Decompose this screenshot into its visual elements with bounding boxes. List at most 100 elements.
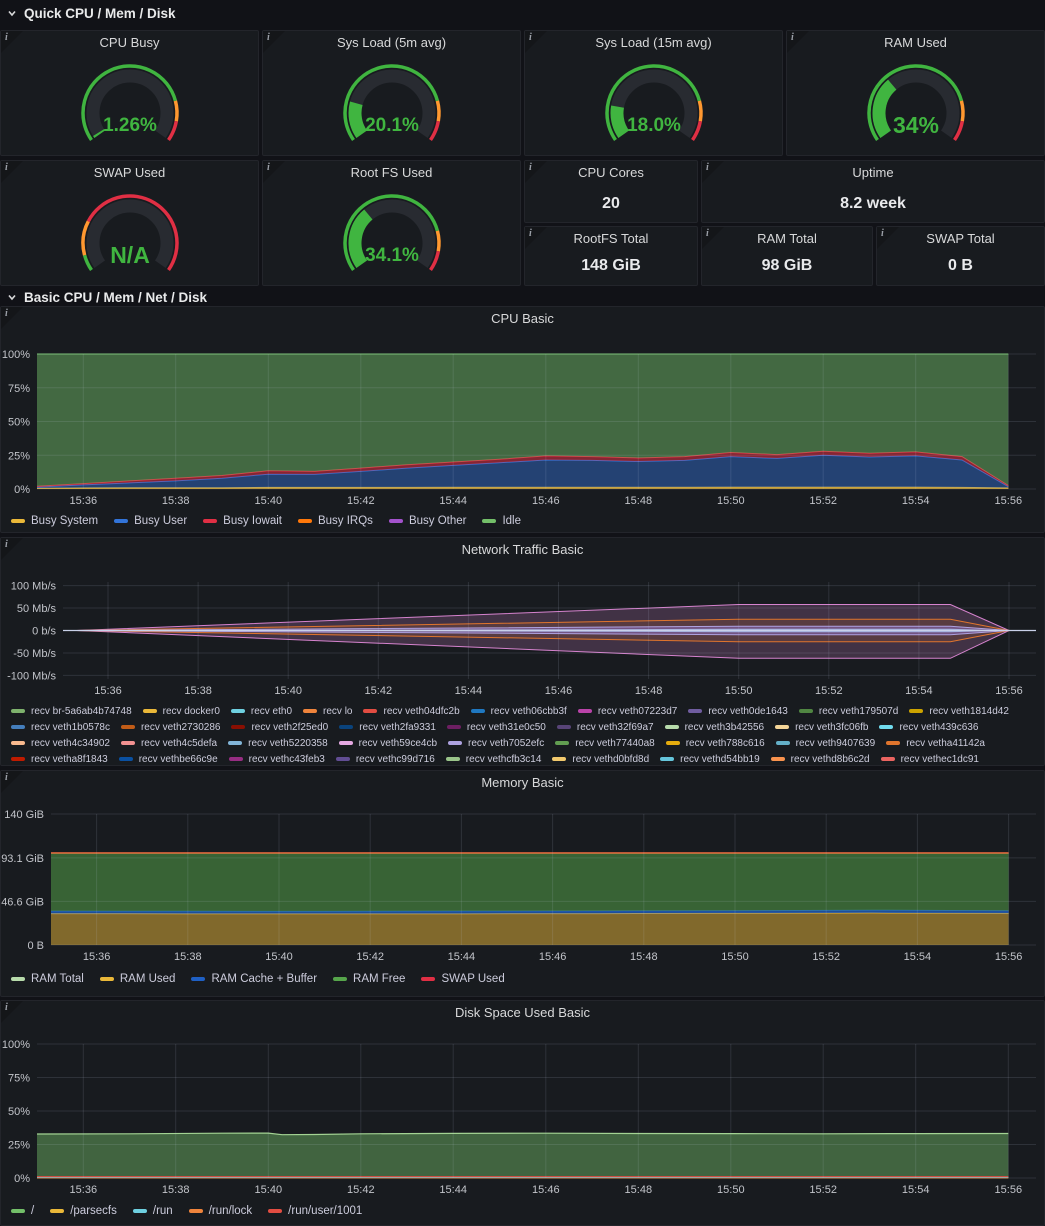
legend-item[interactable]: /run/user/1001	[268, 1205, 362, 1217]
legend-item[interactable]: recv docker0	[143, 706, 220, 717]
section-header-quick-cpu-mem-disk[interactable]: Quick CPU / Mem / Disk	[6, 3, 176, 23]
svg-text:100%: 100%	[2, 1039, 30, 1051]
legend-item[interactable]: recv lo	[303, 706, 352, 717]
legend-item[interactable]: Idle	[482, 515, 521, 527]
legend-item[interactable]: recv veth2f25ed0	[231, 722, 328, 733]
legend-color-marker	[11, 741, 25, 745]
legend-item[interactable]: recv veth1b0578c	[11, 722, 110, 733]
legend-item[interactable]: recv veth06cbb3f	[471, 706, 567, 717]
legend-label: recv vethcfb3c14	[466, 754, 542, 765]
info-glyph: i	[5, 32, 8, 43]
legend-item[interactable]: /run/lock	[189, 1205, 252, 1217]
legend-item[interactable]: recv veth439c636	[879, 722, 978, 733]
legend-item[interactable]: recv veth3fc06fb	[775, 722, 868, 733]
legend-item[interactable]: Busy Other	[389, 515, 467, 527]
legend-item[interactable]: recv veth2fa9331	[339, 722, 436, 733]
legend-item[interactable]: recv veth04dfc2b	[363, 706, 459, 717]
legend-color-marker	[121, 741, 135, 745]
panel-memory-basic: i Memory Basic 140 GiB93.1 GiB46.6 GiB0 …	[0, 770, 1045, 997]
legend-item[interactable]: recv vethc43feb3	[229, 754, 325, 765]
legend-color-marker	[771, 757, 785, 761]
legend-item[interactable]: recv veth77440a8	[555, 738, 655, 749]
svg-text:15:52: 15:52	[809, 495, 837, 507]
legend-item[interactable]: recv veth5220358	[228, 738, 328, 749]
legend-item[interactable]: recv vethd0bfd8d	[552, 754, 649, 765]
legend-color-marker	[114, 519, 128, 523]
legend-color-marker	[578, 709, 592, 713]
legend-item[interactable]: RAM Total	[11, 973, 84, 985]
legend-item[interactable]: recv vethd54bb19	[660, 754, 760, 765]
memory-basic-chart[interactable]: 140 GiB93.1 GiB46.6 GiB0 B15:3615:3815:4…	[1, 795, 1044, 963]
legend-item[interactable]: recv vethc99d716	[336, 754, 435, 765]
legend-item[interactable]: recv veth788c616	[666, 738, 765, 749]
legend-item[interactable]: recv veth9407639	[776, 738, 876, 749]
legend-color-marker	[482, 519, 496, 523]
legend-color-marker	[909, 709, 923, 713]
cpu-basic-legend: Busy System Busy User Busy Iowait Busy IRQs…	[11, 513, 1038, 529]
legend-item[interactable]: recv vethbe66c9e	[119, 754, 218, 765]
svg-text:15:38: 15:38	[174, 951, 202, 963]
info-glyph: i	[267, 162, 270, 173]
legend-item[interactable]: recv vethec1dc91	[881, 754, 979, 765]
legend-item[interactable]: Busy System	[11, 515, 98, 527]
legend-item[interactable]: recv veth31e0c50	[447, 722, 546, 733]
legend-item[interactable]: recv veth0de1643	[688, 706, 788, 717]
legend-item[interactable]: Busy User	[114, 515, 187, 527]
legend-item[interactable]: recv eth0	[231, 706, 292, 717]
legend-item[interactable]: recv vetha41142a	[886, 738, 985, 749]
legend-color-marker	[552, 757, 566, 761]
legend-item[interactable]: recv vetha8f1843	[11, 754, 108, 765]
section-title: Basic CPU / Mem / Net / Disk	[24, 290, 207, 305]
legend-item[interactable]: recv veth3b42556	[665, 722, 765, 733]
legend-item[interactable]: recv vethd8b6c2d	[771, 754, 870, 765]
svg-text:34.1%: 34.1%	[365, 245, 419, 266]
disk-space-chart[interactable]: 100%75%50%25%0%15:3615:3815:4015:4215:44…	[1, 1025, 1044, 1195]
legend-item[interactable]: RAM Cache + Buffer	[191, 973, 317, 985]
info-glyph: i	[881, 228, 884, 239]
svg-text:15:38: 15:38	[184, 685, 212, 697]
legend-item[interactable]: recv br-5a6ab4b74748	[11, 706, 132, 717]
legend-item[interactable]: Busy Iowait	[203, 515, 282, 527]
svg-text:15:50: 15:50	[717, 1184, 745, 1195]
legend-color-marker	[119, 757, 133, 761]
legend-item[interactable]: Busy IRQs	[298, 515, 373, 527]
panel-title: Disk Space Used Basic	[1, 1001, 1044, 1025]
legend-color-marker	[688, 709, 702, 713]
legend-row: Busy System Busy User Busy Iowait Busy IRQs…	[11, 513, 1038, 529]
network-traffic-chart[interactable]: 100 Mb/s50 Mb/s0 b/s-50 Mb/s-100 Mb/s15:…	[1, 562, 1044, 702]
legend-label: recv veth4c5defa	[141, 738, 217, 749]
legend-item[interactable]: recv veth4c5defa	[121, 738, 217, 749]
legend-color-marker	[666, 741, 680, 745]
panel-title: SWAP Total	[877, 227, 1044, 251]
svg-text:15:56: 15:56	[995, 495, 1023, 507]
legend-item[interactable]: recv veth2730286	[121, 722, 221, 733]
section-header-basic-cpu-mem-net-disk[interactable]: Basic CPU / Mem / Net / Disk	[6, 287, 207, 307]
legend-label: RAM Total	[31, 973, 84, 985]
legend-label: recv veth31e0c50	[467, 722, 546, 733]
legend-label: recv veth2fa9331	[359, 722, 436, 733]
legend-item[interactable]: RAM Used	[100, 973, 176, 985]
svg-text:0 b/s: 0 b/s	[32, 626, 56, 638]
cpu-basic-chart[interactable]: 100%75%50%25%0%15:3615:3815:4015:4215:44…	[1, 331, 1044, 509]
legend-color-marker	[100, 977, 114, 981]
legend-item[interactable]: recv vethcfb3c14	[446, 754, 542, 765]
legend-color-marker	[231, 709, 245, 713]
svg-text:15:46: 15:46	[545, 685, 573, 697]
legend-item[interactable]: recv veth4c34902	[11, 738, 110, 749]
legend-item[interactable]: /parsecfs	[50, 1205, 117, 1217]
legend-label: recv docker0	[163, 706, 220, 717]
legend-item[interactable]: /run	[133, 1205, 173, 1217]
legend-label: Busy IRQs	[318, 515, 373, 527]
legend-item[interactable]: recv veth179507d	[799, 706, 899, 717]
legend-item[interactable]: RAM Free	[333, 973, 405, 985]
legend-item[interactable]: recv veth59ce4cb	[339, 738, 437, 749]
legend-item[interactable]: recv veth7052efc	[448, 738, 544, 749]
svg-text:15:42: 15:42	[347, 1184, 375, 1195]
legend-label: recv vethc43feb3	[249, 754, 325, 765]
legend-item[interactable]: recv veth1814d42	[909, 706, 1009, 717]
legend-item[interactable]: SWAP Used	[421, 973, 504, 985]
legend-item[interactable]: recv veth07223d7	[578, 706, 678, 717]
legend-item[interactable]: /	[11, 1205, 34, 1217]
legend-label: RAM Cache + Buffer	[211, 973, 317, 985]
legend-item[interactable]: recv veth32f69a7	[557, 722, 654, 733]
